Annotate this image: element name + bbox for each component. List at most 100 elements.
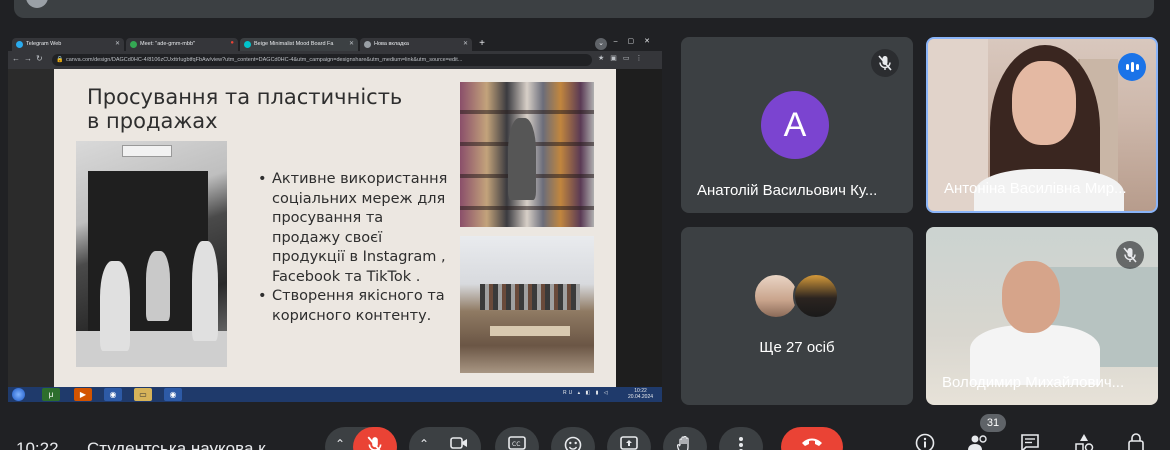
mic-off-icon bbox=[367, 436, 382, 450]
camera-toggle-button[interactable] bbox=[437, 427, 481, 450]
host-controls-button[interactable] bbox=[1122, 433, 1150, 450]
mic-off-icon bbox=[1116, 241, 1144, 269]
mic-toggle-button[interactable] bbox=[353, 427, 397, 450]
more-participants-tile[interactable]: Ще 27 осіб bbox=[681, 227, 913, 405]
chat-button[interactable] bbox=[1016, 433, 1044, 450]
svg-text:CC: CC bbox=[512, 441, 520, 448]
utorrent-icon[interactable]: μ bbox=[42, 388, 60, 401]
browser-tab-meet[interactable]: Meet: "ade-gmm-mbb" ● bbox=[126, 38, 238, 51]
people-button[interactable] bbox=[964, 433, 992, 450]
chevron-down-icon[interactable]: ⌄ bbox=[595, 38, 607, 50]
taskbar-clock[interactable]: 10:22 20.04.2024 bbox=[628, 388, 653, 400]
more-participants-label: Ще 27 осіб bbox=[759, 339, 835, 356]
chrome-icon[interactable]: ◉ bbox=[104, 388, 122, 401]
video-person bbox=[1002, 261, 1060, 333]
more-options-button[interactable] bbox=[719, 427, 763, 450]
meet-icon bbox=[130, 41, 137, 48]
close-icon[interactable]: ✕ bbox=[463, 40, 468, 47]
participant-tile-antonina[interactable]: Антоніна Василівна Мир... bbox=[926, 37, 1158, 213]
photo-person bbox=[508, 118, 536, 200]
photo-shelf bbox=[460, 206, 594, 210]
photo-person bbox=[192, 241, 218, 341]
slide-margin bbox=[8, 69, 54, 387]
tab-label: Beige Minimalist Mood Board Fa bbox=[254, 41, 334, 47]
slide-area: Просування та пластичність в продажах Ак… bbox=[8, 69, 662, 387]
avatar-group bbox=[753, 273, 843, 323]
photo-person bbox=[100, 261, 130, 351]
activities-button[interactable] bbox=[1070, 433, 1098, 450]
taskbar-date: 20.04.2024 bbox=[628, 394, 654, 400]
close-icon[interactable]: ✕ bbox=[349, 40, 354, 47]
recording-dot-icon: ● bbox=[230, 40, 234, 46]
lock-person-icon bbox=[1128, 433, 1144, 450]
participant-tile-volodymyr[interactable]: Володимир Михайлович... bbox=[926, 227, 1158, 405]
close-icon[interactable]: ✕ bbox=[115, 40, 120, 47]
tab-label: Нова вкладка bbox=[374, 41, 409, 47]
tab-label: Meet: "ade-gmm-mbb" bbox=[140, 41, 195, 47]
raise-hand-button[interactable] bbox=[663, 427, 707, 450]
meeting-title[interactable]: Студентська наукова к bbox=[87, 439, 266, 450]
browser-tab-telegram[interactable]: Telegram Web ✕ bbox=[12, 38, 124, 51]
meeting-clock: 10:22 bbox=[16, 439, 59, 450]
photo-person bbox=[146, 251, 170, 321]
address-bar: ←→↻ 🔒 canva.com/design/DAGCd0HC-4/8106zC… bbox=[8, 51, 662, 69]
browser-tab-strip: Telegram Web ✕ Meet: "ade-gmm-mbb" ● Bei… bbox=[8, 37, 662, 51]
video-person bbox=[1012, 61, 1076, 145]
participant-name: Антоніна Василівна Мир... bbox=[944, 180, 1127, 197]
bullet-item: Створення якісного та корисного контенту… bbox=[258, 287, 448, 326]
media-player-icon[interactable]: ▶ bbox=[74, 388, 92, 401]
windows-taskbar: μ ▶ ◉ ▭ ◉ RU ▴ ◧ ▮ ◁ 10:22 20.04.2024 bbox=[8, 387, 662, 402]
browser-tab-new[interactable]: Нова вкладка ✕ bbox=[360, 38, 472, 51]
captions-icon: CC bbox=[508, 436, 526, 450]
chat-icon bbox=[1021, 434, 1039, 450]
leave-call-button[interactable] bbox=[781, 427, 843, 450]
meeting-control-bar: 10:22 Студентська наукова к ⌃ ⌃ CC 31 bbox=[0, 405, 1170, 450]
folder-icon[interactable]: ▭ bbox=[134, 388, 152, 401]
photo-studio-shoot bbox=[76, 141, 227, 367]
photo-fabric-store bbox=[460, 82, 594, 227]
reactions-button[interactable] bbox=[551, 427, 595, 450]
people-icon bbox=[968, 435, 987, 450]
photo-air-conditioner bbox=[122, 145, 172, 157]
system-tray[interactable]: RU ▴ ◧ ▮ ◁ bbox=[563, 390, 610, 396]
tray-icons[interactable]: ▴ ◧ ▮ ◁ bbox=[578, 390, 610, 396]
shapes-icon bbox=[1075, 434, 1094, 450]
slide: Просування та пластичність в продажах Ак… bbox=[54, 69, 616, 387]
avatar: A bbox=[761, 91, 829, 159]
top-info-strip bbox=[0, 0, 1170, 24]
captions-button[interactable]: CC bbox=[495, 427, 539, 450]
telegram-icon bbox=[16, 41, 23, 48]
chrome-icon[interactable]: ◉ bbox=[164, 388, 182, 401]
canva-icon bbox=[244, 41, 251, 48]
meeting-info-button[interactable] bbox=[911, 433, 939, 450]
photo-clothing-rack bbox=[480, 284, 580, 310]
browser-tab-canva[interactable]: Beige Minimalist Mood Board Fa ✕ bbox=[240, 38, 358, 51]
screen-share-tile[interactable]: Telegram Web ✕ Meet: "ade-gmm-mbb" ● Bei… bbox=[8, 37, 662, 402]
windows-start-icon[interactable] bbox=[12, 388, 25, 401]
bullet-item: Активне використання соціальних мереж дл… bbox=[258, 170, 448, 287]
participant-name: Анатолій Васильович Ку... bbox=[697, 182, 878, 199]
participant-name: Володимир Михайлович... bbox=[942, 374, 1125, 391]
hand-icon bbox=[677, 436, 689, 450]
end-call-icon bbox=[802, 438, 822, 446]
window-controls[interactable]: –▢✕ bbox=[614, 37, 660, 45]
new-tab-icon[interactable]: + bbox=[476, 38, 488, 50]
extension-icons[interactable]: ★▣▭⋮ bbox=[598, 54, 649, 62]
present-screen-icon bbox=[620, 436, 638, 450]
present-button[interactable] bbox=[607, 427, 651, 450]
url-input[interactable]: 🔒 canva.com/design/DAGCd0HC-4/8106zCUxtt… bbox=[52, 54, 592, 66]
avatar bbox=[793, 273, 839, 319]
chevron-up-icon[interactable]: ⌃ bbox=[335, 437, 345, 450]
top-info-pill bbox=[14, 0, 1154, 18]
nav-buttons[interactable]: ←→↻ bbox=[12, 54, 47, 63]
photo-table bbox=[490, 326, 570, 336]
tab-label: Telegram Web bbox=[26, 41, 62, 47]
emoji-icon bbox=[564, 436, 582, 450]
chevron-up-icon[interactable]: ⌃ bbox=[419, 437, 429, 450]
mic-off-icon bbox=[871, 49, 899, 77]
participant-tile-anatolii[interactable]: A Анатолій Васильович Ку... bbox=[681, 37, 913, 213]
language-indicator[interactable]: RU bbox=[563, 390, 574, 396]
url-text: canva.com/design/DAGCd0HC-4/8106zCUxttrI… bbox=[66, 57, 463, 63]
lock-icon: 🔒 bbox=[56, 57, 64, 63]
speaking-indicator-icon bbox=[1118, 53, 1146, 81]
